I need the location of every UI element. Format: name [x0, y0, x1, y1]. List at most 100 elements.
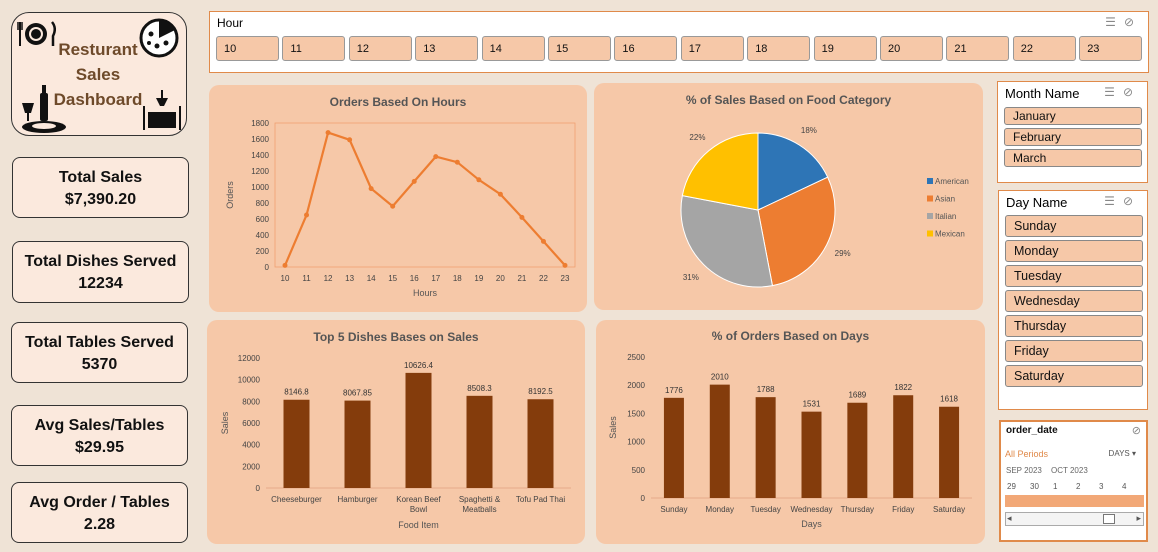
- timeline-period[interactable]: All Periods: [1005, 449, 1048, 459]
- day-button-sunday[interactable]: Sunday: [1005, 215, 1143, 237]
- data-point: [540, 238, 546, 244]
- data-point: [390, 203, 396, 209]
- bar: [939, 406, 960, 498]
- x-tick-label: Monday: [706, 505, 734, 514]
- month-button-january[interactable]: January: [1004, 107, 1142, 125]
- hour-button-10[interactable]: 10: [216, 36, 279, 61]
- dashboard-logo: Resturant Sales Dashboard: [11, 12, 187, 136]
- x-axis-label: Food Item: [398, 520, 439, 530]
- data-point: [476, 177, 482, 183]
- month-button-march[interactable]: March: [1004, 149, 1142, 167]
- day-button-friday[interactable]: Friday: [1005, 340, 1143, 362]
- hour-button-19[interactable]: 19: [813, 36, 877, 61]
- sales-by-category-panel: % of Sales Based on Food Category 18% 29%…: [594, 83, 983, 310]
- multi-select-icon[interactable]: ☰: [1104, 194, 1123, 208]
- data-point: [347, 137, 353, 143]
- y-tick-label: 2000: [627, 381, 645, 390]
- y-tick-label: 2500: [627, 353, 645, 362]
- data-point: [433, 154, 439, 160]
- hour-button-18[interactable]: 18: [747, 36, 811, 61]
- data-point: [325, 130, 331, 136]
- y-tick-label: 1600: [251, 135, 269, 144]
- logo-title-line1: Resturant: [58, 40, 138, 59]
- timeline-title: order_date: [1006, 425, 1058, 436]
- kpi-value: 2.28: [83, 516, 116, 533]
- y-tick-label: 600: [256, 215, 270, 224]
- order-date-timeline: order_date ⊘ All Periods DAYS ▾ SEP 2023…: [999, 420, 1148, 542]
- hour-button-13[interactable]: 13: [415, 36, 479, 61]
- clear-filter-icon[interactable]: ⊘: [1123, 85, 1141, 99]
- hour-button-23[interactable]: 23: [1079, 36, 1143, 61]
- timeline-range-bar[interactable]: [1005, 495, 1144, 507]
- hour-button-12[interactable]: 12: [348, 36, 412, 61]
- day-button-thursday[interactable]: Thursday: [1005, 315, 1143, 337]
- scroll-right-icon[interactable]: ▸: [1136, 513, 1141, 524]
- day-button-wednesday[interactable]: Wednesday: [1005, 290, 1143, 312]
- x-tick-label: Cheeseburger: [271, 495, 322, 504]
- month-slicer: Month Name ☰⊘ January February March: [997, 81, 1148, 183]
- x-tick-label: Hamburger: [337, 495, 377, 504]
- hour-button-14[interactable]: 14: [481, 36, 545, 61]
- pie-data-label: 22%: [689, 133, 705, 142]
- day-button-saturday[interactable]: Saturday: [1005, 365, 1143, 387]
- bar: [466, 395, 493, 488]
- x-axis-label: Days: [801, 519, 822, 529]
- kpi-label: Total Tables Served: [25, 334, 174, 351]
- legend-label: Asian: [935, 195, 955, 204]
- bar-data-label: 1689: [848, 391, 866, 400]
- data-point: [304, 212, 310, 218]
- multi-select-icon[interactable]: ☰: [1105, 15, 1124, 29]
- x-tick-label: Korean Beef: [396, 495, 441, 504]
- bar-data-label: 1822: [894, 383, 912, 392]
- timeline-unit-dropdown[interactable]: DAYS ▾: [1109, 449, 1136, 458]
- timeline-month-1: SEP 2023: [1006, 466, 1042, 475]
- sales-by-category-chart: 18% 29% 31% 22% American Asian Italian Mexican: [680, 126, 969, 288]
- dining-table-icon: [143, 90, 181, 130]
- hour-button-20[interactable]: 20: [880, 36, 943, 61]
- x-tick-label: 12: [324, 274, 333, 283]
- pie-data-label: 29%: [835, 249, 851, 258]
- legend-label: Italian: [935, 212, 956, 221]
- hour-button-15[interactable]: 15: [548, 36, 611, 61]
- clear-filter-icon[interactable]: ⊘: [1132, 424, 1141, 437]
- hour-button-16[interactable]: 16: [614, 36, 678, 61]
- timeline-scrollbar[interactable]: ◂ ▸: [1005, 512, 1144, 526]
- legend-swatch: [927, 178, 933, 184]
- hour-button-17[interactable]: 17: [680, 36, 744, 61]
- kpi-total-dishes: Total Dishes Served 12234: [12, 241, 189, 303]
- month-button-february[interactable]: February: [1004, 128, 1142, 146]
- hour-slicer: Hour ☰⊘ 10 11 12 13 14 15 16 17 18 19 20 21 22 23: [209, 11, 1149, 73]
- x-tick-label: 21: [517, 274, 526, 283]
- x-tick-label: Tuesday: [750, 505, 780, 514]
- multi-select-icon[interactable]: ☰: [1104, 85, 1123, 99]
- orders-by-day-panel: % of Orders Based on Days 0 500 1000 1500 20…: [596, 320, 985, 544]
- day-button-monday[interactable]: Monday: [1005, 240, 1143, 262]
- x-tick-label: Sunday: [660, 505, 687, 514]
- y-tick-label: 500: [632, 466, 646, 475]
- timeline-unit: DAYS: [1108, 449, 1130, 458]
- kpi-total-sales: Total Sales $7,390.20: [12, 157, 189, 218]
- y-tick-label: 10000: [238, 376, 261, 385]
- x-tick-label: Friday: [892, 505, 914, 514]
- data-point: [497, 191, 503, 197]
- hour-slicer-title: Hour: [217, 16, 244, 30]
- clear-filter-icon[interactable]: ⊘: [1123, 194, 1141, 208]
- kpi-total-tables: Total Tables Served 5370: [11, 322, 188, 383]
- x-tick-label: 18: [453, 274, 462, 283]
- x-tick-label: 19: [474, 274, 483, 283]
- day-button-tuesday[interactable]: Tuesday: [1005, 265, 1143, 287]
- bar-data-label: 8067.85: [343, 389, 372, 398]
- bar: [755, 397, 776, 498]
- y-tick-label: 1000: [251, 183, 269, 192]
- y-axis-label: Orders: [225, 181, 235, 209]
- hour-button-22[interactable]: 22: [1012, 36, 1076, 61]
- timeline-day: 29: [1007, 482, 1016, 491]
- y-axis-label: Sales: [220, 411, 230, 434]
- hour-button-21[interactable]: 21: [946, 36, 1010, 61]
- scroll-thumb[interactable]: [1103, 514, 1115, 524]
- clear-filter-icon[interactable]: ⊘: [1124, 15, 1142, 29]
- y-axis-label: Sales: [608, 416, 618, 439]
- hour-button-11[interactable]: 11: [282, 36, 346, 61]
- y-tick-label: 200: [256, 247, 270, 256]
- scroll-left-icon[interactable]: ◂: [1007, 513, 1012, 524]
